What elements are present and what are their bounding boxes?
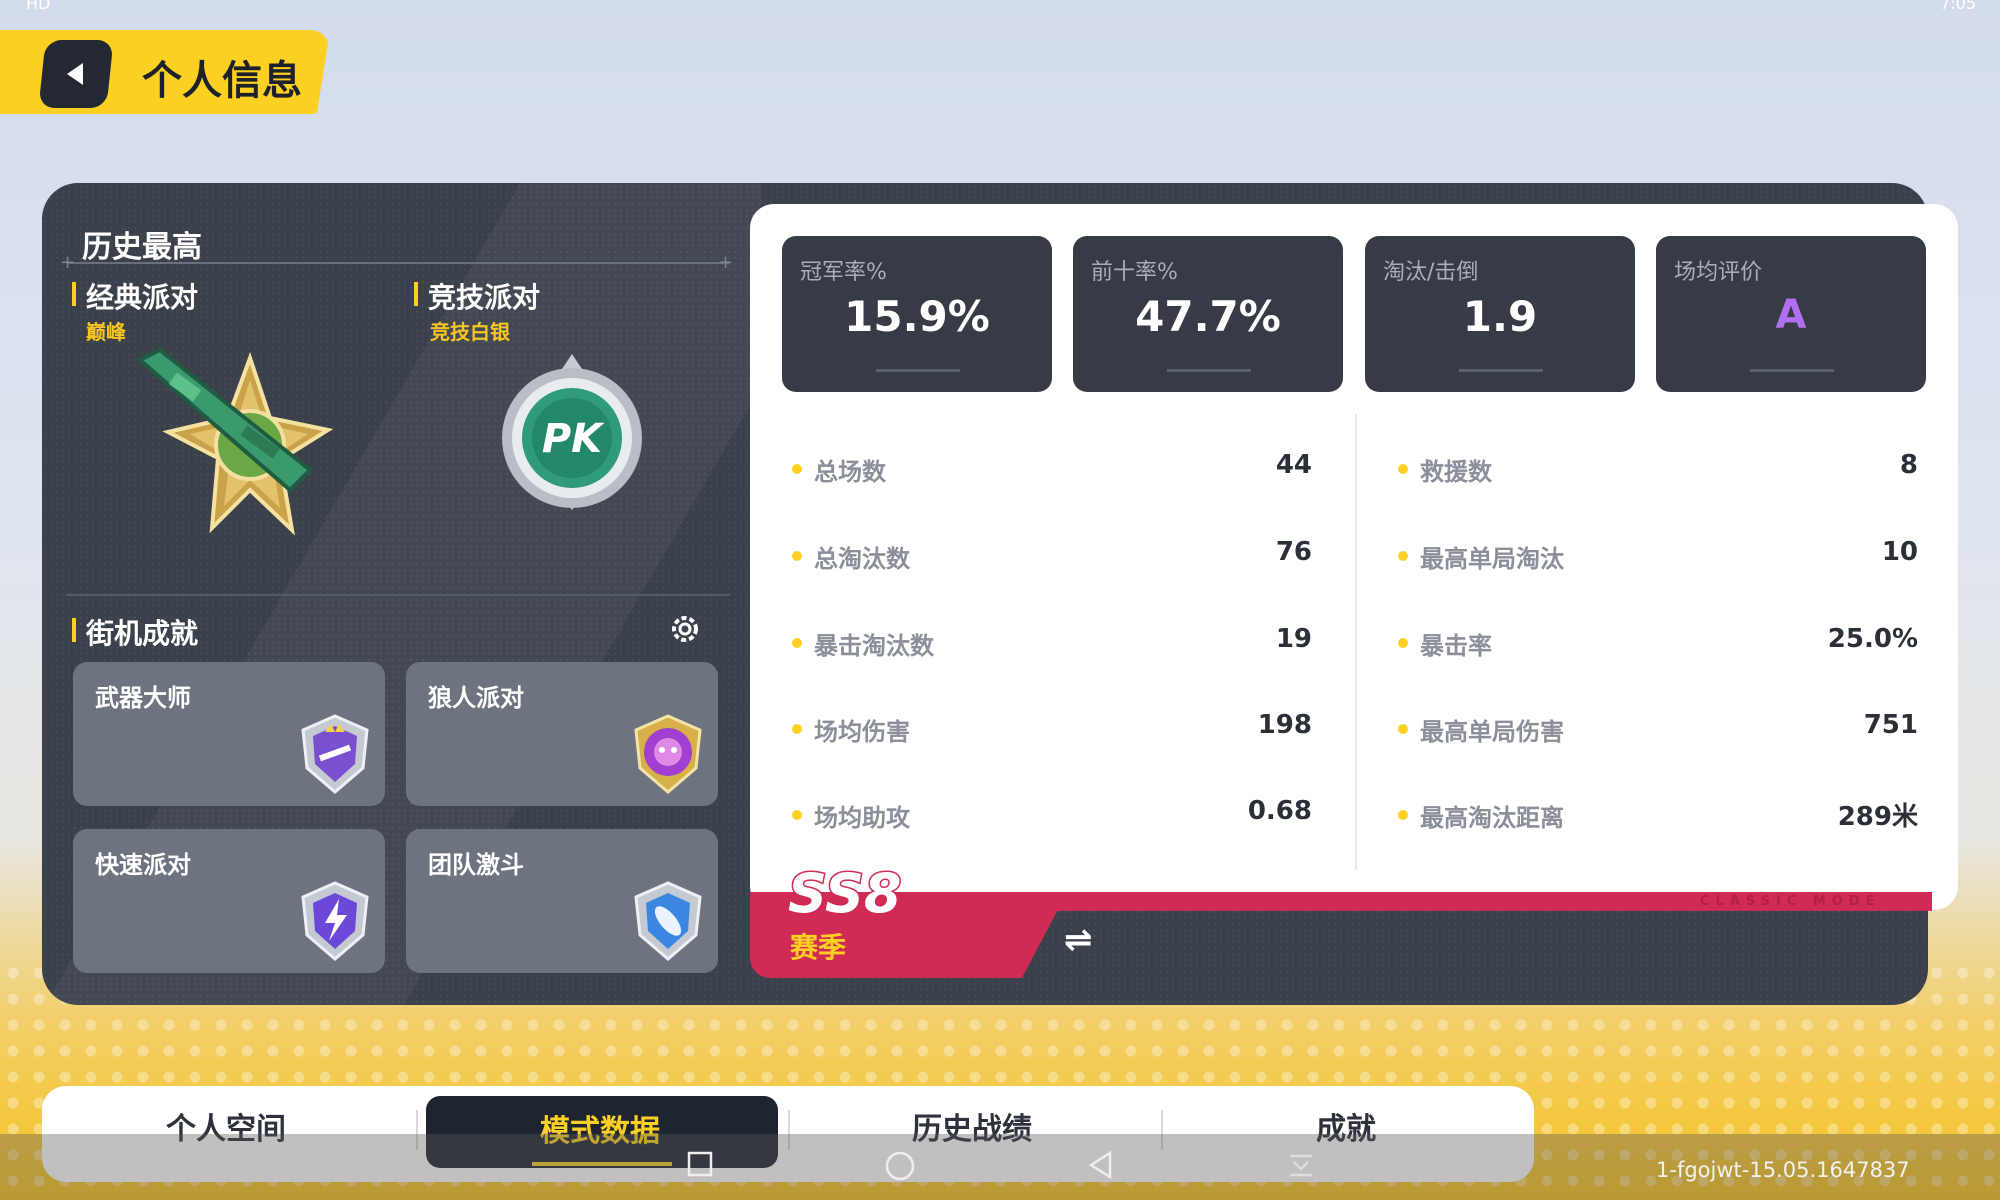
settings-gear-icon[interactable]: [668, 612, 702, 646]
back-triangle-icon[interactable]: [1086, 1150, 1116, 1180]
stat-kd: 淘汰/击倒 1.9: [1365, 236, 1635, 392]
achievement-label: 武器大师: [95, 684, 191, 712]
home-icon[interactable]: [884, 1150, 916, 1182]
back-arrow-icon: [67, 63, 83, 85]
stat-win-rate: 冠军率% 15.9%: [782, 236, 1052, 392]
achievement-card-werewolf-party[interactable]: 狼人派对: [406, 662, 718, 806]
stat-row-value: 751: [1863, 710, 1918, 740]
mode-competitive-label: 竞技派对: [414, 276, 540, 316]
achievement-label: 团队激斗: [428, 851, 524, 879]
pk-rank-badge-icon[interactable]: PK: [496, 350, 648, 520]
stat-row-label: 暴击淘汰数: [814, 632, 934, 660]
stat-row-value: 25.0%: [1827, 624, 1918, 654]
stat-row: 暴击淘汰数 19: [792, 624, 1312, 664]
achievement-label: 狼人派对: [428, 684, 524, 712]
stat-row: 暴击率 25.0%: [1398, 624, 1918, 664]
bullet-dot-icon: [792, 724, 802, 734]
stat-row-value: 44: [1275, 450, 1312, 480]
history-title: 历史最高: [82, 230, 202, 265]
section-divider: [66, 594, 730, 596]
quick-party-emblem-icon: [301, 881, 369, 961]
season-mode-text: CLASSIC MODE: [1700, 894, 1881, 909]
stat-row: 场均助攻 0.68: [792, 796, 1312, 836]
stat-row: 场均伤害 198: [792, 710, 1312, 750]
history-divider: [66, 262, 730, 264]
bullet-dot-icon: [792, 810, 802, 820]
svg-text:PK: PK: [542, 416, 605, 462]
stat-row-label: 总场数: [814, 458, 886, 486]
stat-label: 冠军率%: [800, 260, 887, 285]
bullet-dot-icon: [1398, 638, 1408, 648]
stat-row-label: 暴击率: [1420, 632, 1492, 660]
stat-value: 47.7%: [1135, 292, 1281, 341]
plus-icon: +: [60, 252, 76, 273]
mode-competitive-rank: 竞技白银: [430, 320, 510, 344]
stat-row-label: 场均伤害: [814, 718, 910, 746]
team-battle-emblem-icon: [634, 881, 702, 961]
stat-row: 总淘汰数 76: [792, 537, 1312, 577]
stat-value: 1.9: [1462, 292, 1538, 341]
stat-label: 前十率%: [1091, 260, 1178, 285]
weapon-master-emblem-icon: [301, 714, 369, 794]
bullet-dot-icon: [792, 464, 802, 474]
status-signal: HD: [26, 0, 51, 13]
stat-row-value: 289米: [1837, 802, 1918, 832]
stat-label: 淘汰/击倒: [1383, 260, 1479, 285]
stat-row-value: 19: [1275, 624, 1312, 654]
bullet-dot-icon: [1398, 464, 1408, 474]
stat-row-value: 10: [1881, 537, 1918, 567]
stat-row: 总场数 44: [792, 450, 1312, 490]
achievement-card-quick-party[interactable]: 快速派对: [73, 829, 385, 973]
achievement-card-weapon-master[interactable]: 武器大师: [73, 662, 385, 806]
stat-row-value: 198: [1257, 710, 1312, 740]
stat-underline: [1167, 369, 1251, 372]
bullet-dot-icon: [1398, 810, 1408, 820]
bullet-dot-icon: [1398, 551, 1408, 561]
season-switch-icon[interactable]: ⇌: [1064, 920, 1093, 960]
stat-row-label: 最高单局伤害: [1420, 718, 1564, 746]
season-code: SS8: [786, 861, 902, 927]
rating-grade: A: [1775, 292, 1807, 338]
plus-icon: +: [718, 252, 734, 273]
stat-row-label: 救援数: [1420, 458, 1492, 486]
stat-row: 最高淘汰距离 289米: [1398, 796, 1918, 836]
stat-value: 15.9%: [844, 292, 990, 341]
page-title: 个人信息: [142, 58, 302, 104]
stat-top10-rate: 前十率% 47.7%: [1073, 236, 1343, 392]
achievement-label: 快速派对: [95, 851, 191, 879]
bullet-dot-icon: [792, 551, 802, 561]
build-version: 1-fgojwt-15.05.1647837: [1656, 1158, 1910, 1182]
stat-underline: [876, 369, 960, 372]
stat-row-label: 最高淘汰距离: [1420, 804, 1564, 832]
stat-row: 最高单局伤害 751: [1398, 710, 1918, 750]
season-label: 赛季: [790, 931, 847, 964]
stat-row-label: 总淘汰数: [814, 545, 910, 573]
arcade-title: 街机成就: [72, 612, 198, 652]
collapse-down-icon[interactable]: [1286, 1150, 1316, 1180]
bullet-dot-icon: [792, 638, 802, 648]
stat-row-value: 76: [1275, 537, 1312, 567]
status-time: 7:05: [1940, 0, 1976, 13]
recent-apps-icon[interactable]: [686, 1150, 714, 1178]
stat-row: 最高单局淘汰 10: [1398, 537, 1918, 577]
achievement-card-team-battle[interactable]: 团队激斗: [406, 829, 718, 973]
werewolf-emblem-icon: [634, 714, 702, 794]
stat-avg-rating: 场均评价 A: [1656, 236, 1926, 392]
bullet-dot-icon: [1398, 724, 1408, 734]
stat-row-label: 最高单局淘汰: [1420, 545, 1564, 573]
stats-column-divider: [1355, 414, 1357, 870]
stat-label: 场均评价: [1674, 260, 1763, 285]
stat-underline: [1459, 369, 1543, 372]
stat-underline: [1750, 369, 1834, 372]
stat-row-value: 8: [1899, 450, 1918, 480]
back-button[interactable]: [38, 40, 114, 108]
peak-rank-badge-icon[interactable]: [120, 340, 340, 550]
mode-classic-label: 经典派对: [72, 276, 198, 316]
stat-row: 救援数 8: [1398, 450, 1918, 490]
stat-row-value: 0.68: [1247, 796, 1312, 826]
stat-row-label: 场均助攻: [814, 804, 910, 832]
